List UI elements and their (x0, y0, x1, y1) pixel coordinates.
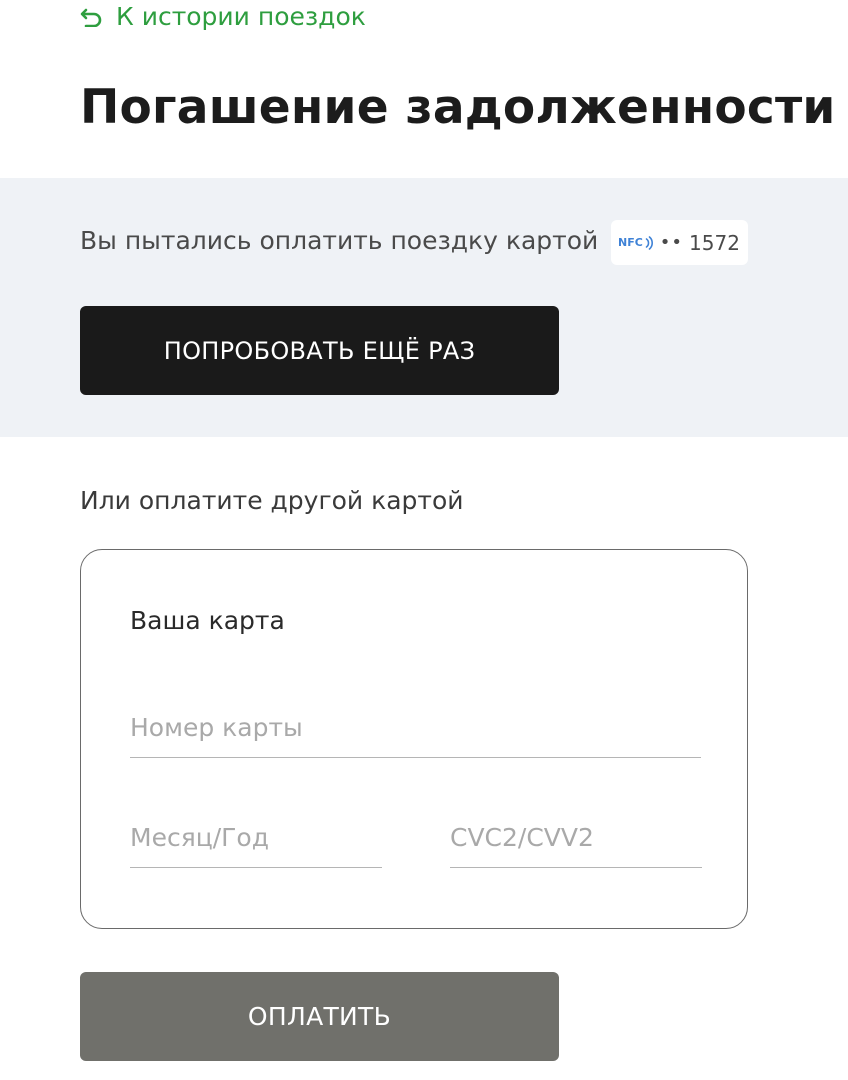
debt-payment-page: К истории поездок Погашение задолженност… (0, 0, 848, 1080)
card-input-form: Ваша карта (80, 549, 748, 929)
retry-payment-panel: Вы пытались оплатить поездку картой NFC … (0, 178, 848, 437)
card-mask-dots: •• (659, 232, 684, 253)
pay-button[interactable]: ОПЛАТИТЬ (80, 972, 559, 1061)
card-form-title: Ваша карта (130, 606, 285, 635)
page-title: Погашение задолженности (80, 80, 836, 135)
retry-payment-button[interactable]: ПОПРОБОВАТЬ ЕЩЁ РАЗ (80, 306, 559, 395)
back-link-label: К истории поездок (116, 2, 366, 31)
card-last-digits: 1572 (689, 230, 740, 255)
other-card-prompt: Или оплатите другой картой (80, 486, 464, 515)
retry-message: Вы пытались оплатить поездку картой (80, 226, 599, 255)
saved-card-chip: NFC •• 1572 (611, 220, 748, 265)
expiry-date-input[interactable] (130, 820, 382, 868)
card-number-input[interactable] (130, 710, 701, 758)
undo-arrow-icon (80, 7, 104, 27)
back-to-trips-link[interactable]: К истории поездок (80, 2, 366, 31)
nfc-contactless-icon: NFC (618, 235, 654, 250)
cvc-input[interactable] (450, 820, 702, 868)
